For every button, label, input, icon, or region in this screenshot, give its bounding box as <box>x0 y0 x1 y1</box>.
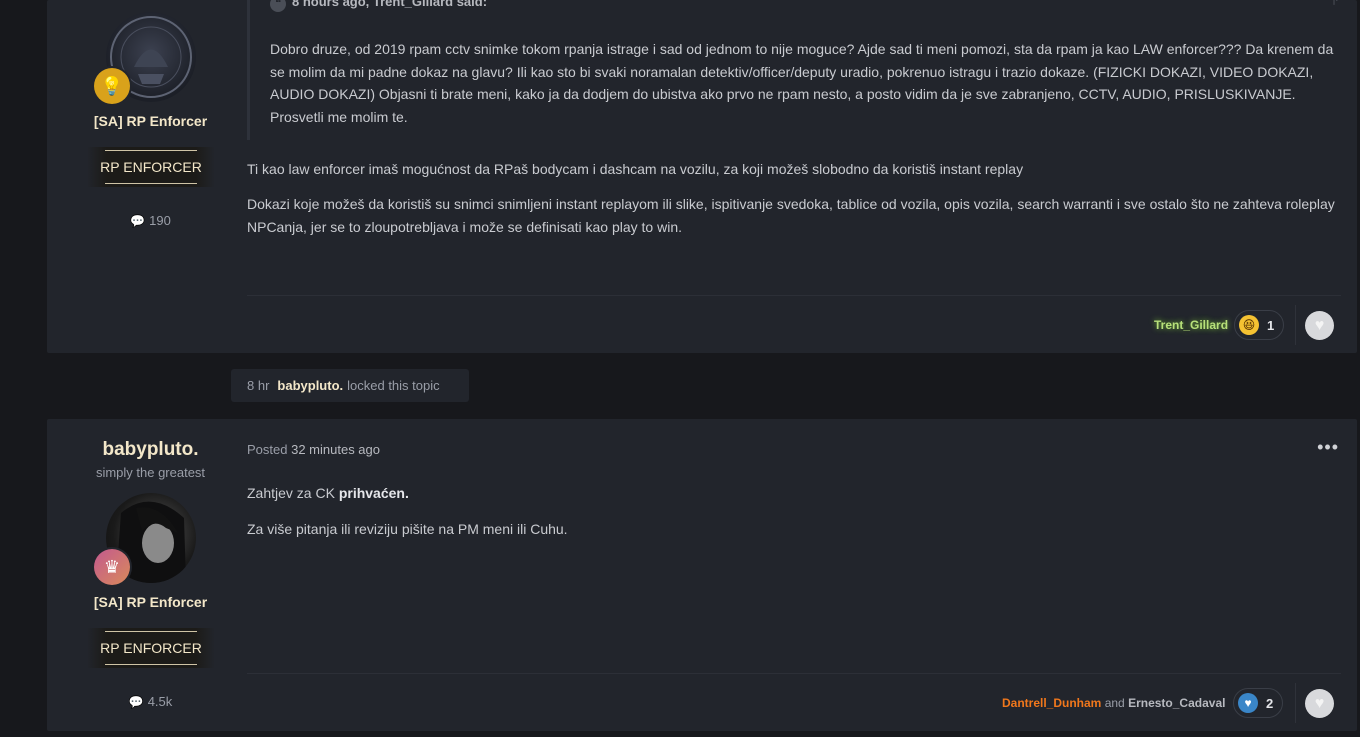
post-footer-divider <box>247 673 1341 674</box>
group-badge: RP ENFORCER <box>87 147 215 187</box>
posted-time-link[interactable]: 32 minutes ago <box>291 442 380 457</box>
quote-header[interactable]: ❝ 8 hours ago, Trent_Gillard said: <box>270 0 487 12</box>
post-menu-icon[interactable]: ••• <box>1317 437 1339 458</box>
posted-label: Posted <box>247 442 288 457</box>
topic-page: 💡 [SA] RP Enforcer RP ENFORCER 💬 190 ❝ 8 h… <box>0 0 1360 737</box>
post-date: Posted 32 minutes ago <box>247 442 380 457</box>
rank-crown-icon: ♛ <box>94 549 130 585</box>
avatar-wrap[interactable]: 💡 <box>94 12 196 104</box>
post-count: 💬 4.5k <box>47 694 254 709</box>
author-column: babypluto. simply the greatest ♛ [SA] RP… <box>47 419 254 709</box>
share-icon[interactable]: ↱ <box>1331 0 1341 8</box>
group-badge: RP ENFORCER <box>87 628 215 668</box>
avatar-wrap[interactable]: ♛ <box>94 493 196 585</box>
reactor-name[interactable]: Trent_Gillard <box>1154 318 1228 332</box>
reactors-line: Dantrell_Dunham and Ernesto_Cadaval <box>1002 696 1225 710</box>
rank-lightbulb-icon: 💡 <box>94 68 130 104</box>
post-count-value: 190 <box>149 213 171 228</box>
post-footer-divider <box>247 295 1341 296</box>
event-user-link[interactable]: babypluto. <box>277 378 343 393</box>
event-time: 8 hr <box>247 378 270 393</box>
quote-text: Dobro druze, od 2019 rpam cctv snimke to… <box>270 41 1334 125</box>
comment-icon: 💬 <box>128 695 144 709</box>
reaction-divider <box>1295 683 1296 723</box>
heart-icon[interactable]: ♥ <box>1305 689 1334 718</box>
heart-icon[interactable]: ♥ <box>1305 311 1334 340</box>
post-paragraph: Dokazi koje možeš da koristiš su snimci … <box>247 196 1335 235</box>
post-paragraph: Ti kao law enforcer imaš mogućnost da RP… <box>247 161 1024 177</box>
post-paragraph: Zahtjev za CK prihvaćen. <box>247 482 1347 505</box>
post-paragraph: Za više pitanja ili reviziju pišite na P… <box>247 521 568 537</box>
quote-header-text: 8 hours ago, Trent_Gillard said: <box>292 0 488 9</box>
paragraph-bold: prihvaćen. <box>338 485 409 501</box>
laugh-reaction-icon: 😆 <box>1239 315 1259 335</box>
post: babypluto. simply the greatest ♛ [SA] RP… <box>47 419 1357 731</box>
quote-icon: ❝ <box>270 0 286 12</box>
post-count: 💬 190 <box>47 213 254 228</box>
heart-reaction-icon: ♥ <box>1238 693 1258 713</box>
post-count-value: 4.5k <box>147 694 173 709</box>
reaction-count-button[interactable]: 😆 1 <box>1234 310 1284 340</box>
reactor-name[interactable]: Dantrell_Dunham <box>1002 696 1101 710</box>
author-group: [SA] RP Enforcer <box>93 594 208 610</box>
quote-block: ❝ 8 hours ago, Trent_Gillard said: ↱ Dobr… <box>247 0 1341 140</box>
author-title: simply the greatest <box>95 465 206 480</box>
reaction-divider <box>1295 305 1296 345</box>
event-action: locked this topic <box>347 378 440 393</box>
reaction-count: 2 <box>1266 695 1274 711</box>
reaction-count-button[interactable]: ♥ 2 <box>1233 688 1283 718</box>
author-group: [SA] RP Enforcer <box>93 113 208 129</box>
reaction-count: 1 <box>1267 317 1275 333</box>
author-name[interactable]: babypluto. <box>47 439 254 461</box>
reactor-and: and <box>1104 696 1125 710</box>
reactor-name[interactable]: Ernesto_Cadaval <box>1128 696 1225 710</box>
paragraph-text: Zahtjev za CK <box>247 485 335 501</box>
comment-icon: 💬 <box>130 214 146 228</box>
topic-locked-event: 8 hr babypluto. locked this topic <box>231 369 469 402</box>
post: 💡 [SA] RP Enforcer RP ENFORCER 💬 190 ❝ 8 h… <box>47 0 1357 353</box>
